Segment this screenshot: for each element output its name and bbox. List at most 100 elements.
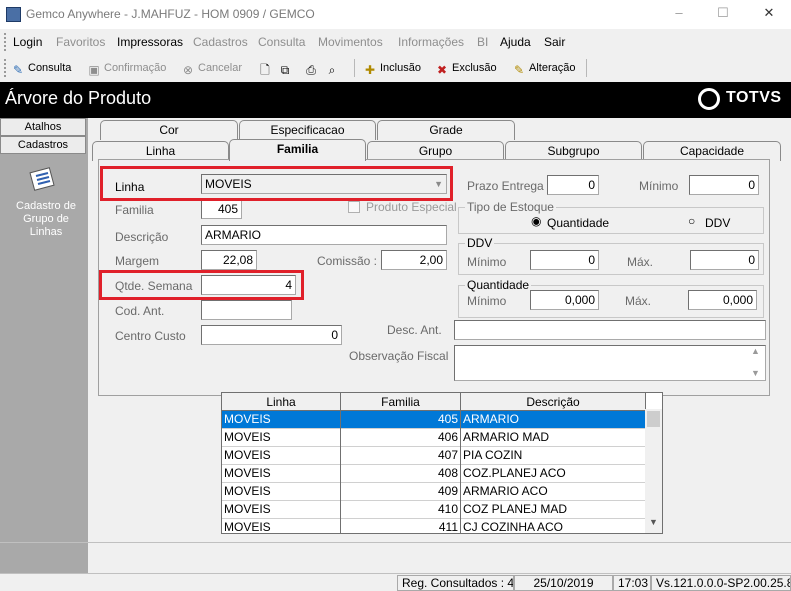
- ddv-radio-icon[interactable]: ○: [688, 214, 695, 228]
- tab-subgrupo[interactable]: Subgrupo: [505, 141, 642, 161]
- tab-grupo[interactable]: Grupo: [367, 141, 504, 161]
- toolbar-separator-end: [586, 59, 587, 77]
- highlight-qtde-semana: [99, 270, 304, 300]
- scroll-down-icon[interactable]: ▼: [751, 368, 760, 378]
- tab-cadastros[interactable]: Cadastros: [0, 136, 86, 154]
- centro-custo-label: Centro Custo: [115, 329, 186, 343]
- descricao-field[interactable]: ARMARIO: [201, 225, 447, 245]
- exclusao-button[interactable]: ✖ Exclusão: [435, 59, 497, 77]
- tab-grade[interactable]: Grade: [377, 120, 515, 140]
- delete-icon: ✖: [436, 63, 448, 77]
- exclusao-label: Exclusão: [452, 62, 497, 74]
- tab-cor[interactable]: Cor: [100, 120, 238, 140]
- menu-login[interactable]: Login: [13, 35, 42, 49]
- scroll-up-icon[interactable]: ▲: [751, 346, 760, 356]
- maximize-icon[interactable]: ☐: [716, 6, 730, 20]
- table-row[interactable]: MOVEIS 411 CJ COZINHA ACO: [222, 519, 646, 533]
- tab-atalhos[interactable]: Atalhos: [0, 118, 86, 136]
- copy-icon: ⧉: [280, 63, 290, 77]
- table-row[interactable]: MOVEIS 406 ARMARIO MAD: [222, 429, 646, 447]
- scroll-thumb[interactable]: [647, 411, 660, 427]
- page-header: Árvore do Produto TOTVS: [0, 82, 791, 118]
- tab-familia[interactable]: Familia: [229, 139, 366, 161]
- centro-custo-field[interactable]: 0: [201, 325, 342, 345]
- prazo-entrega-field[interactable]: 0: [547, 175, 599, 195]
- toolbar-grip: [4, 59, 6, 77]
- table-row[interactable]: MOVEIS 407 PIA COZIN: [222, 447, 646, 465]
- cell-descricao: CJ COZINHA ACO: [461, 519, 646, 533]
- menu-ajuda[interactable]: Ajuda: [500, 35, 531, 49]
- desc-ant-field[interactable]: [454, 320, 766, 340]
- table-row[interactable]: MOVEIS 409 ARMARIO ACO: [222, 483, 646, 501]
- menu-informacoes[interactable]: Informações: [398, 35, 464, 49]
- tab-especificacao[interactable]: Especificacao: [239, 120, 376, 140]
- scroll-down-arrow-icon[interactable]: ▼: [649, 517, 658, 527]
- minimo-label: Mínimo: [639, 179, 679, 193]
- cell-linha: MOVEIS: [222, 465, 341, 483]
- familia-field[interactable]: 405: [201, 199, 242, 219]
- menu-sair[interactable]: Sair: [544, 35, 565, 49]
- ddv-minimo-field[interactable]: 0: [530, 250, 599, 270]
- observacao-fiscal-textarea[interactable]: [454, 345, 766, 381]
- menu-cadastros[interactable]: Cadastros: [193, 35, 248, 49]
- cell-familia: 409: [341, 483, 461, 501]
- print-preview-icon: ⌕: [328, 63, 336, 77]
- minimize-icon[interactable]: –: [672, 6, 686, 20]
- cadastro-icon[interactable]: [28, 164, 58, 194]
- cell-familia: 408: [341, 465, 461, 483]
- familia-table: Linha Familia Descrição MOVEIS 405 ARMARIO…: [221, 392, 663, 534]
- print-button[interactable]: ⎙: [304, 59, 321, 77]
- new-document-button[interactable]: 🗋: [258, 59, 275, 77]
- add-icon: ✚: [364, 63, 376, 77]
- margem-field[interactable]: 22,08: [201, 250, 257, 270]
- status-version: Vs.121.0.0.0-SP2.00.25.8: [651, 575, 791, 591]
- status-date: 25/10/2019: [514, 575, 613, 591]
- table-row[interactable]: MOVEIS 410 COZ PLANEJ MAD: [222, 501, 646, 519]
- cell-descricao: ARMARIO ACO: [461, 483, 646, 501]
- cell-linha: MOVEIS: [222, 429, 341, 447]
- menu-bar: Login Favoritos Impressoras Cadastros Co…: [0, 30, 791, 54]
- menu-consulta[interactable]: Consulta: [258, 35, 305, 49]
- menu-impressoras[interactable]: Impressoras: [117, 35, 183, 49]
- col-header-familia[interactable]: Familia: [341, 393, 461, 411]
- minimo-field[interactable]: 0: [689, 175, 759, 195]
- qtd-max-label: Máx.: [625, 294, 652, 308]
- cadastro-grupo-linhas-link[interactable]: Cadastro de Grupo de Linhas: [6, 200, 86, 239]
- produto-especial-checkbox[interactable]: [348, 201, 360, 213]
- tab-linha[interactable]: Linha: [92, 141, 229, 161]
- tab-capacidade[interactable]: Capacidade: [643, 141, 781, 161]
- highlight-linha: [100, 166, 453, 201]
- menu-favoritos[interactable]: Favoritos: [56, 35, 105, 49]
- copy-button[interactable]: ⧉: [278, 59, 295, 77]
- qtd-max-field[interactable]: 0,000: [688, 290, 757, 310]
- menu-bi[interactable]: BI: [477, 35, 488, 49]
- col-header-linha[interactable]: Linha: [222, 393, 341, 411]
- table-row[interactable]: MOVEIS 408 COZ.PLANEJ ACO: [222, 465, 646, 483]
- consulta-label: Consulta: [28, 62, 72, 74]
- ddv-max-field[interactable]: 0: [690, 250, 759, 270]
- comissao-field[interactable]: 2,00: [381, 250, 447, 270]
- qtd-minimo-field[interactable]: 0,000: [530, 290, 599, 310]
- cell-linha: MOVEIS: [222, 447, 341, 465]
- cell-familia: 407: [341, 447, 461, 465]
- comissao-label: Comissão :: [317, 254, 378, 268]
- inclusao-button[interactable]: ✚ Inclusão: [363, 59, 421, 77]
- alteracao-label: Alteração: [529, 62, 576, 74]
- cod-ant-field[interactable]: [201, 300, 292, 320]
- alteracao-button[interactable]: ✎ Alteração: [512, 59, 576, 77]
- table-scrollbar[interactable]: ▼: [645, 409, 662, 533]
- close-icon[interactable]: ✕: [762, 6, 776, 20]
- print-preview-button[interactable]: ⌕: [325, 59, 342, 77]
- cancelar-button[interactable]: ⊗ Cancelar: [181, 59, 242, 77]
- observacao-fiscal-label: Observação Fiscal: [349, 349, 449, 363]
- cell-descricao: COZ.PLANEJ ACO: [461, 465, 646, 483]
- table-row[interactable]: MOVEIS 405 ARMARIO: [222, 411, 646, 429]
- desc-ant-label: Desc. Ant.: [387, 323, 442, 337]
- col-header-descricao[interactable]: Descrição: [461, 393, 646, 411]
- confirmacao-button[interactable]: ▣ Confirmação: [87, 59, 166, 77]
- menu-movimentos[interactable]: Movimentos: [318, 35, 383, 49]
- consulta-button[interactable]: ✎ Consulta: [11, 59, 71, 77]
- search-icon: ✎: [12, 63, 24, 77]
- quantidade-radio-icon[interactable]: ◉: [531, 214, 541, 228]
- cancel-icon: ⊗: [182, 63, 194, 77]
